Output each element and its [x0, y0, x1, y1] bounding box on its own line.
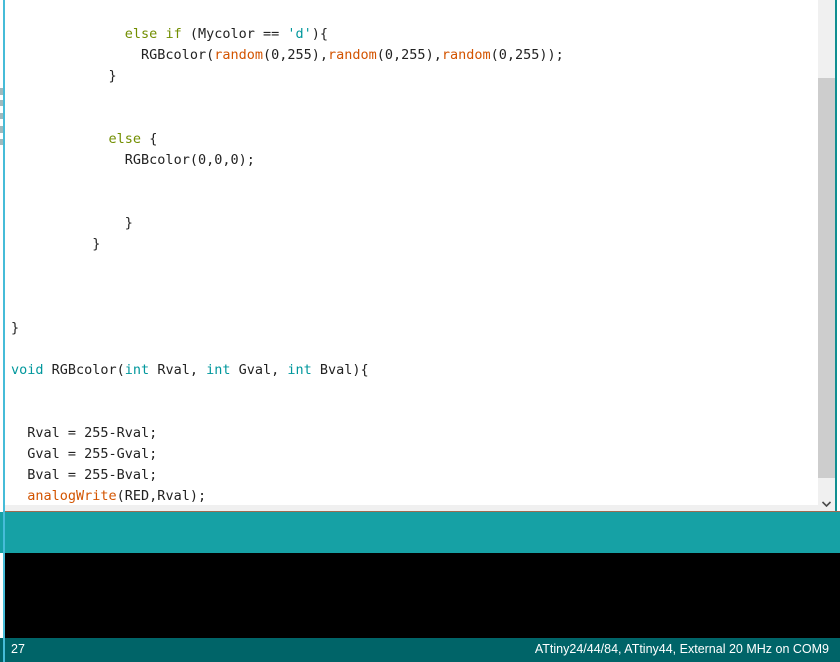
code-token: RGBcolor(0,0,0); [124, 152, 255, 168]
code-token: random [214, 47, 263, 63]
code-token: Bval){ [311, 362, 369, 378]
code-token: RGBcolor( [43, 362, 125, 378]
status-board-info: ATtiny24/44/84, ATtiny44, External 20 MH… [534, 642, 829, 656]
code-token: Gval = 255-Gval; [27, 446, 158, 462]
code-token: } [108, 68, 117, 84]
code-token: Bval = 255-Bval; [27, 467, 158, 483]
code-token: void [11, 362, 44, 378]
status-line-number: 27 [11, 642, 25, 656]
code-token: } [124, 215, 133, 231]
code-token: int [206, 362, 231, 378]
code-token: random [441, 47, 491, 63]
left-edge-artifact [0, 113, 3, 119]
left-edge-artifact [0, 139, 3, 145]
left-edge-artifact [0, 100, 3, 106]
left-edge-artifact [0, 126, 3, 133]
code-token: int [287, 362, 312, 378]
code-token: } [11, 320, 20, 336]
code-token: (Mycolor == [181, 26, 288, 42]
status-bar: 27 ATtiny24/44/84, ATtiny44, External 20… [0, 638, 840, 662]
code-token: (0,255)); [490, 47, 564, 63]
sketch-code-editor[interactable]: else if (Mycolor == 'd'){ RGBcolor(rando… [5, 0, 818, 512]
code-token: analogWrite [27, 488, 117, 504]
message-band-left-accent-line [3, 512, 5, 553]
code-token: (0,255), [262, 47, 329, 63]
code-token: if [165, 26, 182, 42]
code-token: { [141, 131, 158, 147]
code-token: else [108, 131, 142, 147]
console-left-accent-line [3, 553, 5, 638]
chevron-down-icon [822, 500, 831, 507]
compile-message-band [0, 512, 840, 553]
code-token: } [92, 236, 101, 252]
editor-bottom-separator [5, 511, 840, 512]
scrollbar-thumb[interactable] [818, 78, 835, 478]
code-token: RGBcolor( [141, 47, 215, 63]
left-edge-artifact [0, 88, 3, 95]
code-token: (0,255), [376, 47, 442, 63]
code-text[interactable]: else if (Mycolor == 'd'){ RGBcolor(rando… [11, 0, 564, 512]
code-token: Rval = 255-Rval; [27, 425, 158, 441]
code-token: (RED,Rval); [116, 488, 207, 504]
editor-left-accent-line [3, 0, 5, 512]
code-token: Gval, [230, 362, 288, 378]
output-console[interactable] [5, 553, 840, 638]
code-token: else [124, 26, 158, 42]
arduino-ide-window: else if (Mycolor == 'd'){ RGBcolor(rando… [0, 0, 840, 662]
code-token: random [328, 47, 377, 63]
scrollbar-down-button[interactable] [818, 495, 835, 512]
code-token: 'd' [287, 26, 312, 42]
code-token: ){ [311, 26, 329, 42]
code-token: Rval, [149, 362, 207, 378]
editor-vertical-scrollbar[interactable] [818, 0, 837, 512]
status-bar-left-accent-line [3, 638, 5, 662]
code-token: int [124, 362, 150, 378]
